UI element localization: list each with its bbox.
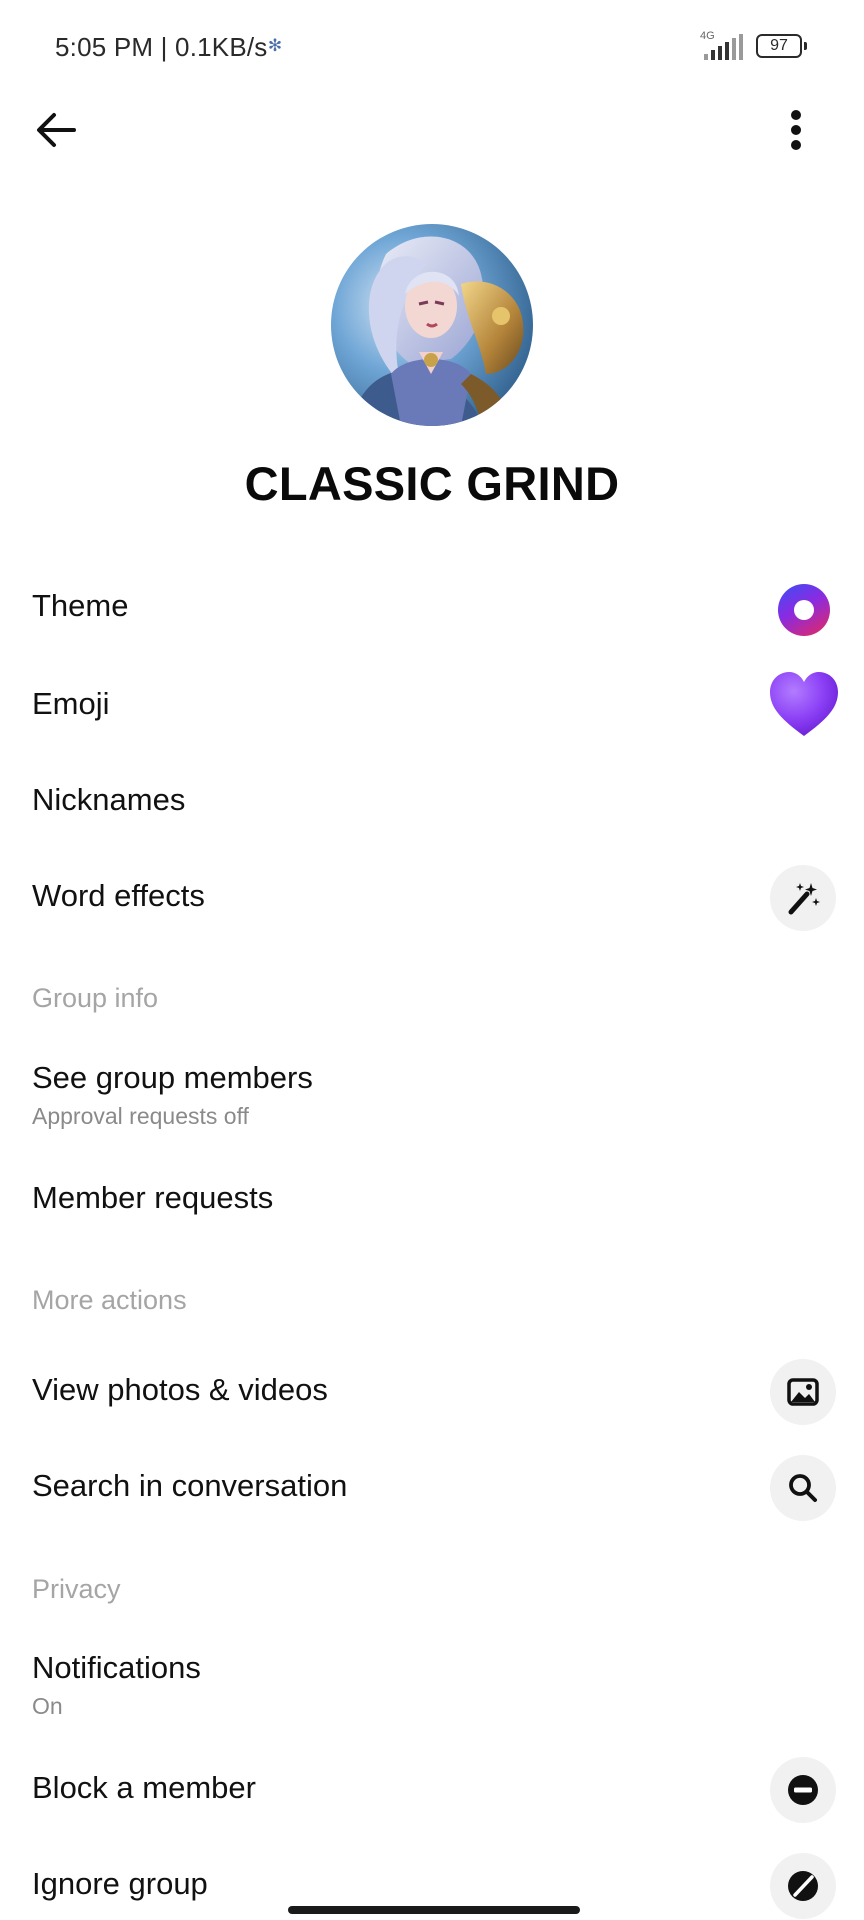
ignore-group-label: Ignore group [32,1866,208,1901]
nicknames-row[interactable]: Nicknames [0,760,864,844]
group-avatar[interactable] [331,224,533,426]
status-time: 5:05 PM | 0.1KB/s [55,32,268,62]
signal-icon: 4G [700,30,746,62]
section-header-privacy: Privacy [32,1574,121,1604]
theme-label: Theme [32,588,129,623]
ignore-icon-wrap [770,1853,836,1919]
approval-requests-status: Approval requests off [32,1103,249,1129]
search-icon [789,1474,817,1502]
word-effects-row[interactable]: Word effects [0,856,864,940]
photo-icon-wrap [770,1359,836,1425]
notifications-row[interactable]: Notifications On [0,1636,864,1738]
status-bar: 5:05 PM | 0.1KB/s ✻ 4G 97 [0,0,864,96]
section-header-group-info: Group info [32,983,159,1013]
see-group-members-label: See group members [32,1060,313,1095]
block-icon-wrap [770,1757,836,1823]
magic-wand-icon [788,883,820,915]
member-requests-label: Member requests [32,1180,274,1215]
emoji-row[interactable]: Emoji [0,664,864,748]
emoji-label: Emoji [32,686,110,721]
back-button[interactable] [26,100,86,160]
photo-icon [787,1378,819,1406]
notifications-label: Notifications [32,1650,201,1685]
battery-icon: 97 [756,34,807,58]
notifications-status: On [32,1693,63,1719]
view-photos-videos-label: View photos & videos [32,1372,328,1407]
theme-color-icon [778,584,830,636]
search-in-conversation-row[interactable]: Search in conversation [0,1446,864,1530]
nicknames-label: Nicknames [32,782,186,817]
group-name: CLASSIC GRIND [244,457,620,510]
more-options-button[interactable] [766,100,826,160]
conversation-settings-screen: 5:05 PM | 0.1KB/s ✻ 4G 97 CLASSIC GRIND … [0,0,864,1920]
see-group-members-row[interactable]: See group members Approval requests off [0,1046,864,1148]
theme-row[interactable]: Theme [0,568,864,652]
block-member-row[interactable]: Block a member [0,1748,864,1832]
word-effects-label: Word effects [32,878,205,913]
section-header-more-actions: More actions [32,1285,187,1315]
word-effects-icon-wrap [770,865,836,931]
ignore-icon [788,1871,818,1901]
member-requests-row[interactable]: Member requests [0,1158,864,1242]
home-indicator[interactable] [288,1906,580,1914]
arrow-left-icon [37,113,76,147]
more-vertical-icon [791,110,801,150]
search-in-conversation-label: Search in conversation [32,1468,348,1503]
search-icon-wrap [770,1455,836,1521]
block-member-label: Block a member [32,1770,256,1805]
view-photos-videos-row[interactable]: View photos & videos [0,1350,864,1434]
block-icon [788,1775,818,1805]
purple-heart-icon [770,672,838,736]
settings-gear-icon: ✻ [267,36,283,55]
